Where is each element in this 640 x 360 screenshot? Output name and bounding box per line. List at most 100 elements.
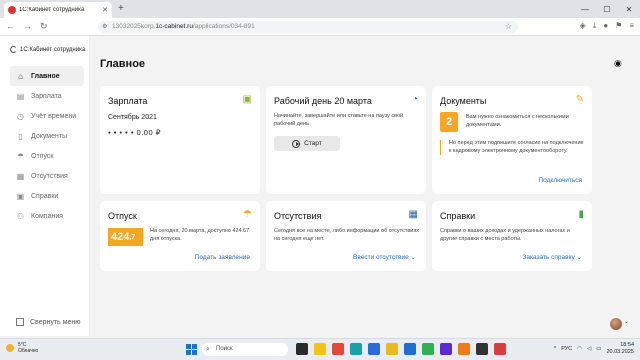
file-explorer-icon[interactable] <box>314 343 326 355</box>
app-icon[interactable] <box>476 343 488 355</box>
wifi-icon[interactable]: ◠ <box>577 346 582 352</box>
app-icon[interactable] <box>440 343 452 355</box>
card-title: Отпуск <box>108 211 137 221</box>
sidebar-item-documents[interactable]: ▯ Документы <box>10 126 84 146</box>
edge-icon[interactable] <box>350 343 362 355</box>
eye-icon[interactable]: ◉ <box>614 58 622 69</box>
maximize-button[interactable]: ☐ <box>596 0 618 18</box>
absences-card[interactable]: Отсутствия ▦ Сегодня все на месте, либо … <box>266 201 426 271</box>
vacation-text: На сегодня, 20 марта, доступно 424.67 дн… <box>150 228 250 242</box>
clock[interactable]: 18:54 20.03.2025 <box>606 342 634 356</box>
firefox-icon[interactable] <box>458 343 470 355</box>
app-icon[interactable] <box>494 343 506 355</box>
avatar[interactable] <box>610 318 622 330</box>
browser-tab[interactable]: 1С:Кабинет сотрудника ✕ <box>4 2 112 18</box>
sidebar-item-label: Главное <box>31 72 60 80</box>
minimize-button[interactable]: — <box>574 0 596 18</box>
app-logo[interactable]: 1С:Кабинет сотрудника <box>10 46 85 53</box>
vacation-days-frac: ,7 <box>129 233 136 241</box>
sidebar-item-label: Документы <box>31 132 68 140</box>
extensions-icon[interactable]: ⚑ <box>615 21 622 31</box>
play-icon <box>292 139 301 148</box>
url-path: /applications/034-891 <box>192 23 255 30</box>
back-icon[interactable]: ← <box>6 21 15 32</box>
language-indicator[interactable]: РУС <box>561 346 572 352</box>
sidebar-item-label: Отсутствия <box>31 172 68 180</box>
enter-absence-link[interactable]: Ввести отсутствие ⌄ <box>353 253 416 261</box>
sidebar-item-label: Компания <box>31 212 64 220</box>
collapse-menu-button[interactable]: Свернуть меню <box>16 318 80 326</box>
taskbar-apps <box>296 343 506 355</box>
salary-card[interactable]: Зарплата ▣ Сентябрь 2021 • • • • • 0.00 … <box>100 86 260 194</box>
volume-icon[interactable]: ◁ <box>587 346 591 352</box>
app-icon[interactable] <box>368 343 380 355</box>
menu-icon[interactable]: ≡ <box>629 21 634 31</box>
download-icon[interactable]: ⤓ <box>593 21 597 31</box>
calendar-clock-icon: ▦ <box>408 209 418 220</box>
taskbar-search[interactable]: ⌕ Поиск <box>202 343 288 356</box>
close-window-button[interactable]: ✕ <box>618 0 640 18</box>
sidebar: 1С:Кабинет сотрудника ⌂ Главное ▤ Зарпла… <box>0 36 90 336</box>
reload-icon[interactable]: ↻ <box>40 21 48 32</box>
url-prefix: 13032025korp. <box>112 23 156 30</box>
task-view-icon[interactable] <box>296 343 308 355</box>
url-field[interactable]: ⚙ 13032025korp.1c-cabinet.ru/applications… <box>98 21 518 33</box>
start-button[interactable]: Старт <box>274 136 340 151</box>
mail-icon[interactable] <box>404 343 416 355</box>
weather-widget[interactable]: 5°C Облачно <box>6 342 38 354</box>
search-placeholder: Поиск <box>216 346 233 352</box>
new-tab-button[interactable]: + <box>118 3 124 14</box>
home-icon: ⌂ <box>18 71 23 81</box>
vacation-days-int: 424 <box>111 231 130 243</box>
chevron-up-icon[interactable]: ^ <box>554 346 557 352</box>
app-icon[interactable] <box>332 343 344 355</box>
battery-icon[interactable]: ▭ <box>596 346 601 352</box>
account-icon[interactable]: ● <box>603 21 608 31</box>
wallet-icon: ▤ <box>16 91 25 101</box>
url-host: 1c-cabinet.ru <box>155 23 193 30</box>
site-info-icon[interactable]: ⚙ <box>102 21 107 33</box>
search-icon: ⌕ <box>206 346 210 353</box>
beach-icon: ☂ <box>16 151 25 161</box>
sidebar-item-references[interactable]: ▣ Справки <box>10 186 84 206</box>
card-title: Документы <box>440 96 487 106</box>
vacation-card[interactable]: Отпуск ☂ 424,7 На сегодня, 20 марта, дос… <box>100 201 260 271</box>
bookmark-star-icon[interactable]: ☆ <box>505 21 512 33</box>
documents-note: Но перед этим подпишите согласие на подк… <box>440 140 584 155</box>
tab-close-icon[interactable]: ✕ <box>102 6 108 14</box>
sidebar-item-salary[interactable]: ▤ Зарплата <box>10 86 84 106</box>
windows-start-icon[interactable] <box>186 344 197 355</box>
salary-month: Сентябрь 2021 <box>108 114 157 121</box>
sidebar-item-company[interactable]: ⚇ Компания <box>10 206 84 226</box>
connect-link[interactable]: Подключиться <box>538 177 582 184</box>
order-reference-link[interactable]: Заказать справку ⌄ <box>522 253 582 261</box>
card-title: Рабочий день 20 марта <box>274 96 372 106</box>
clock-icon: ◔ <box>411 94 418 105</box>
submit-application-link[interactable]: Подать заявление <box>195 254 250 261</box>
document-sign-icon: ✎ <box>575 94 584 105</box>
logo-icon <box>10 46 17 53</box>
people-icon: ⚇ <box>16 211 25 221</box>
salary-amount: • • • • • 0.00 ₽ <box>108 128 161 137</box>
sidebar-item-vacation[interactable]: ☂ Отпуск <box>10 146 84 166</box>
forward-icon[interactable]: → <box>23 21 32 32</box>
shield-icon[interactable]: ◈ <box>580 21 586 31</box>
nav-buttons: ← → ↻ <box>6 21 48 32</box>
sidebar-item-time[interactable]: ◷ Учёт времени <box>10 106 84 126</box>
wallet-icon: ▣ <box>242 94 252 105</box>
tab-title: 1С:Кабинет сотрудника <box>19 7 85 13</box>
sidebar-item-main[interactable]: ⌂ Главное <box>10 66 84 86</box>
sidebar-item-absences[interactable]: ▦ Отсутствия <box>10 166 84 186</box>
sidebar-item-label: Справки <box>31 192 59 200</box>
chevron-down-icon[interactable]: ⌄ <box>624 318 629 325</box>
references-card[interactable]: Справки ▮ Справки о ваших доходах и удер… <box>432 201 592 271</box>
documents-count-badge: 2 <box>440 112 458 132</box>
browser-tab-bar: 1С:Кабинет сотрудника ✕ + — ☐ ✕ <box>0 0 640 18</box>
documents-card[interactable]: Документы ✎ 2 Вам нужно ознакомиться с н… <box>432 86 592 194</box>
workday-card: Рабочий день 20 марта ◔ Начинайте, завер… <box>266 86 426 194</box>
app-icon[interactable] <box>386 343 398 355</box>
app-icon[interactable] <box>422 343 434 355</box>
calendar-icon: ▦ <box>16 171 25 181</box>
page-title: Главное <box>100 58 146 70</box>
documents-text: Вам нужно ознакомиться с несколькими док… <box>466 114 569 128</box>
